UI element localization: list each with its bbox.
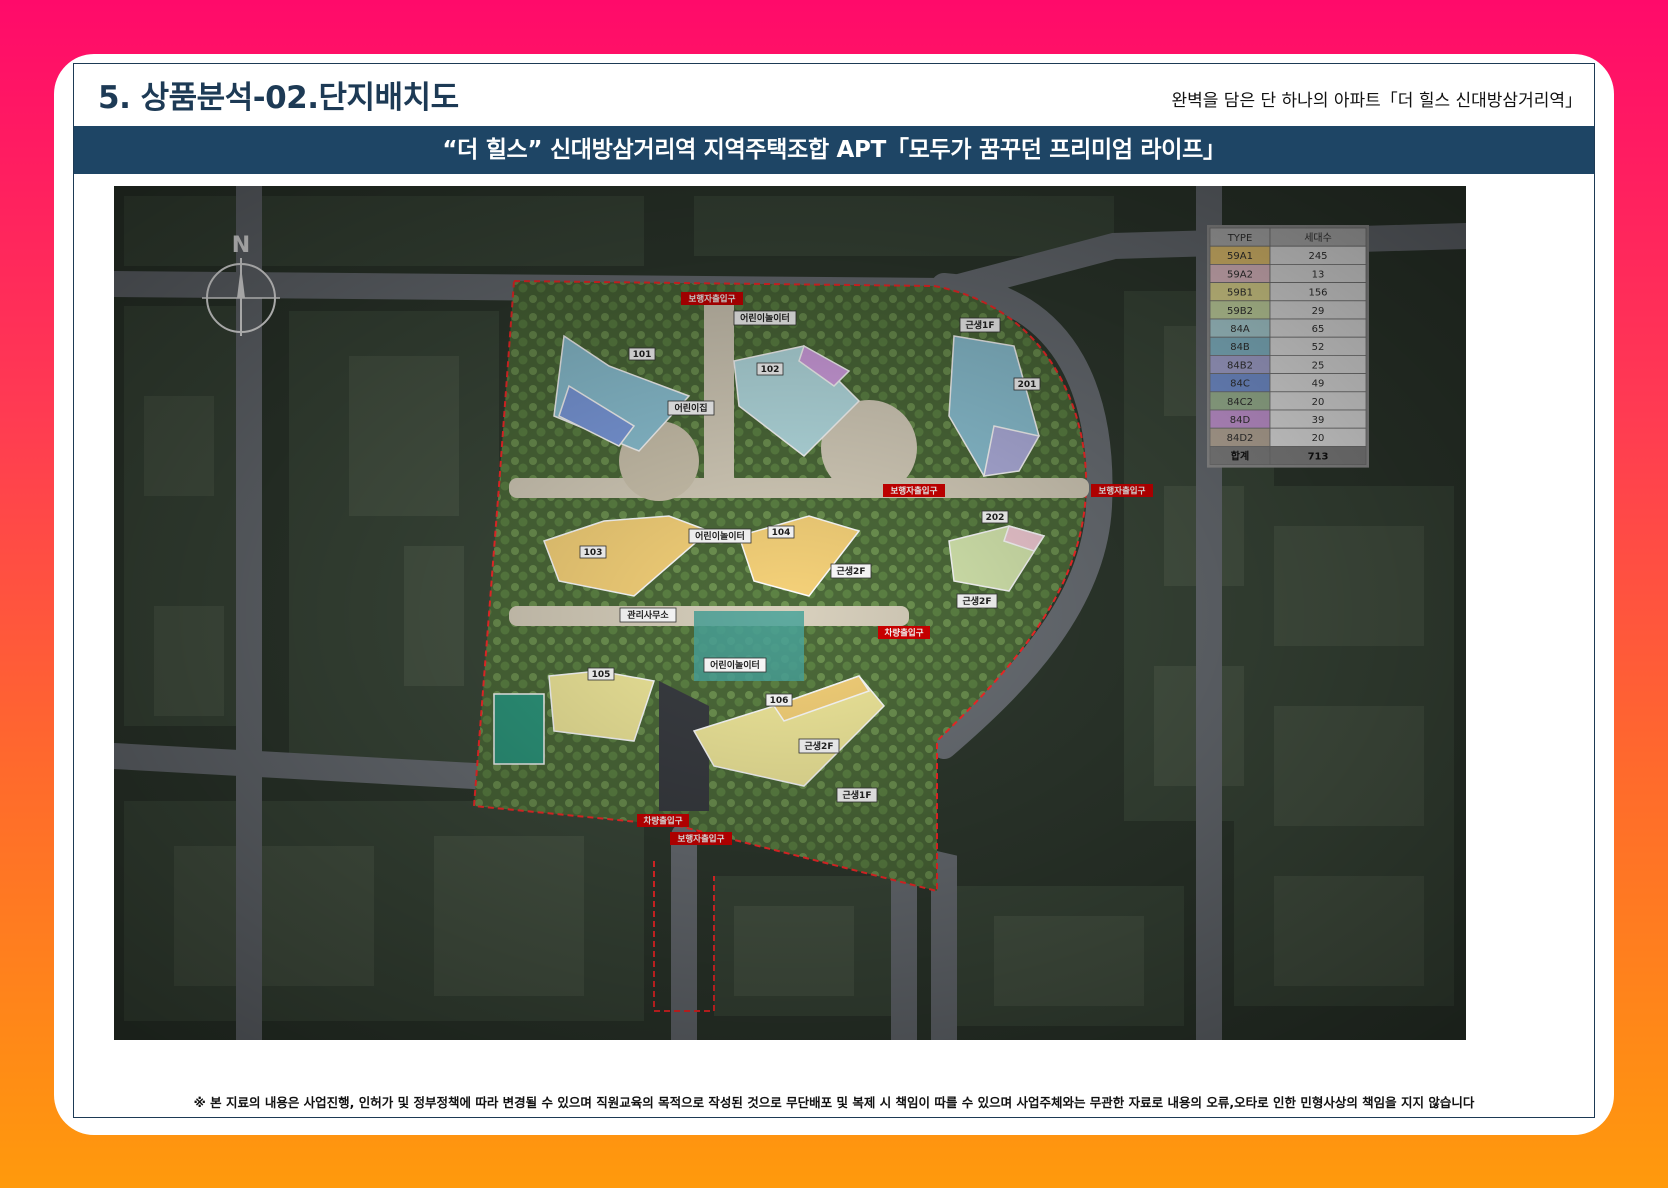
table-count-text: 20	[1312, 433, 1325, 444]
table-count-text: 52	[1312, 342, 1325, 353]
unit-type-table: TYPE 세대수 59A1 245 59A2 13 59B1 156 59B2 29 84A 65 84…	[1207, 225, 1369, 468]
label-playground: 어린이놀이터	[695, 530, 745, 542]
table-type-text: 84A	[1230, 324, 1250, 335]
table-type-text: 84C	[1230, 379, 1250, 390]
pedestrian-entrance-tag: 보행자출입구	[891, 486, 938, 497]
building-label-103: 103	[584, 548, 603, 558]
vehicle-entrance-tag: 차량출입구	[643, 816, 682, 827]
compass-north-label: N	[232, 233, 250, 258]
tennis-court	[493, 693, 545, 765]
table-count-text: 245	[1308, 251, 1327, 262]
table-count-text: 29	[1312, 306, 1325, 317]
label-playground: 어린이놀이터	[740, 312, 790, 324]
table-total-label: 합계	[1231, 449, 1249, 462]
pedestrian-entrance-tag: 보행자출입구	[678, 834, 725, 845]
label-retail-2f: 근생2F	[837, 565, 866, 577]
table-count-text: 20	[1312, 397, 1325, 408]
table-type-text: 84B2	[1227, 360, 1253, 371]
table-count-text: 65	[1312, 324, 1325, 335]
table-type-text: 84B	[1230, 342, 1250, 353]
table-type-text: 59B2	[1227, 306, 1253, 317]
table-total-count: 713	[1308, 451, 1329, 462]
building-label-102: 102	[761, 365, 780, 375]
building-label-201: 201	[1018, 380, 1037, 390]
table-header-type: TYPE	[1227, 233, 1253, 244]
table-type-text: 59A1	[1227, 251, 1253, 262]
table-header-count: 세대수	[1304, 232, 1332, 244]
vehicle-entrance-tag: 차량출입구	[884, 628, 923, 639]
table-type-text: 59A2	[1227, 269, 1253, 280]
building-label-104: 104	[772, 528, 791, 538]
building-label-106: 106	[770, 696, 789, 706]
banner: “더 힐스” 신대방삼거리역 지역주택조합 APT「모두가 꿈꾸던 프리미엄 라…	[74, 126, 1594, 174]
label-management-office: 관리사무소	[627, 609, 669, 621]
label-retail-1f: 근생1F	[966, 319, 995, 331]
pedestrian-entrance-tag: 보행자출입구	[689, 294, 736, 305]
building-label-105: 105	[592, 670, 611, 680]
label-retail-1f: 근생1F	[843, 789, 872, 801]
table-count-text: 39	[1312, 415, 1325, 426]
table-type-text: 84D2	[1227, 433, 1254, 444]
disclaimer: ※ 본 지료의 내용은 사업진행, 인허가 및 정부정책에 따라 변경될 수 있…	[193, 1095, 1475, 1110]
table-type-text: 59B1	[1227, 288, 1253, 299]
table-count-text: 25	[1312, 360, 1325, 371]
page-title: 5. 상품분석-02.단지배치도	[98, 80, 459, 116]
table-count-text: 13	[1312, 269, 1325, 280]
label-playground: 어린이놀이터	[710, 659, 760, 671]
label-daycare: 어린이집	[674, 402, 707, 414]
label-retail-2f: 근생2F	[805, 740, 834, 752]
building-label-202: 202	[986, 513, 1005, 523]
table-type-text: 84C2	[1227, 397, 1253, 408]
page-subtitle: 완벽을 담은 단 하나의 아파트「더 힐스 신대방삼거리역」	[1171, 91, 1582, 111]
table-count-text: 156	[1308, 288, 1327, 299]
site-plan-map: 101 102 201 103 104 202 105 106 어린이놀이터 어…	[114, 186, 1466, 1040]
label-retail-2f: 근생2F	[963, 595, 992, 607]
pedestrian-entrance-tag: 보행자출입구	[1099, 486, 1146, 497]
table-count-text: 49	[1312, 379, 1325, 390]
table-type-text: 84D	[1230, 415, 1251, 426]
building-label-101: 101	[633, 350, 652, 360]
building-105	[548, 670, 655, 742]
